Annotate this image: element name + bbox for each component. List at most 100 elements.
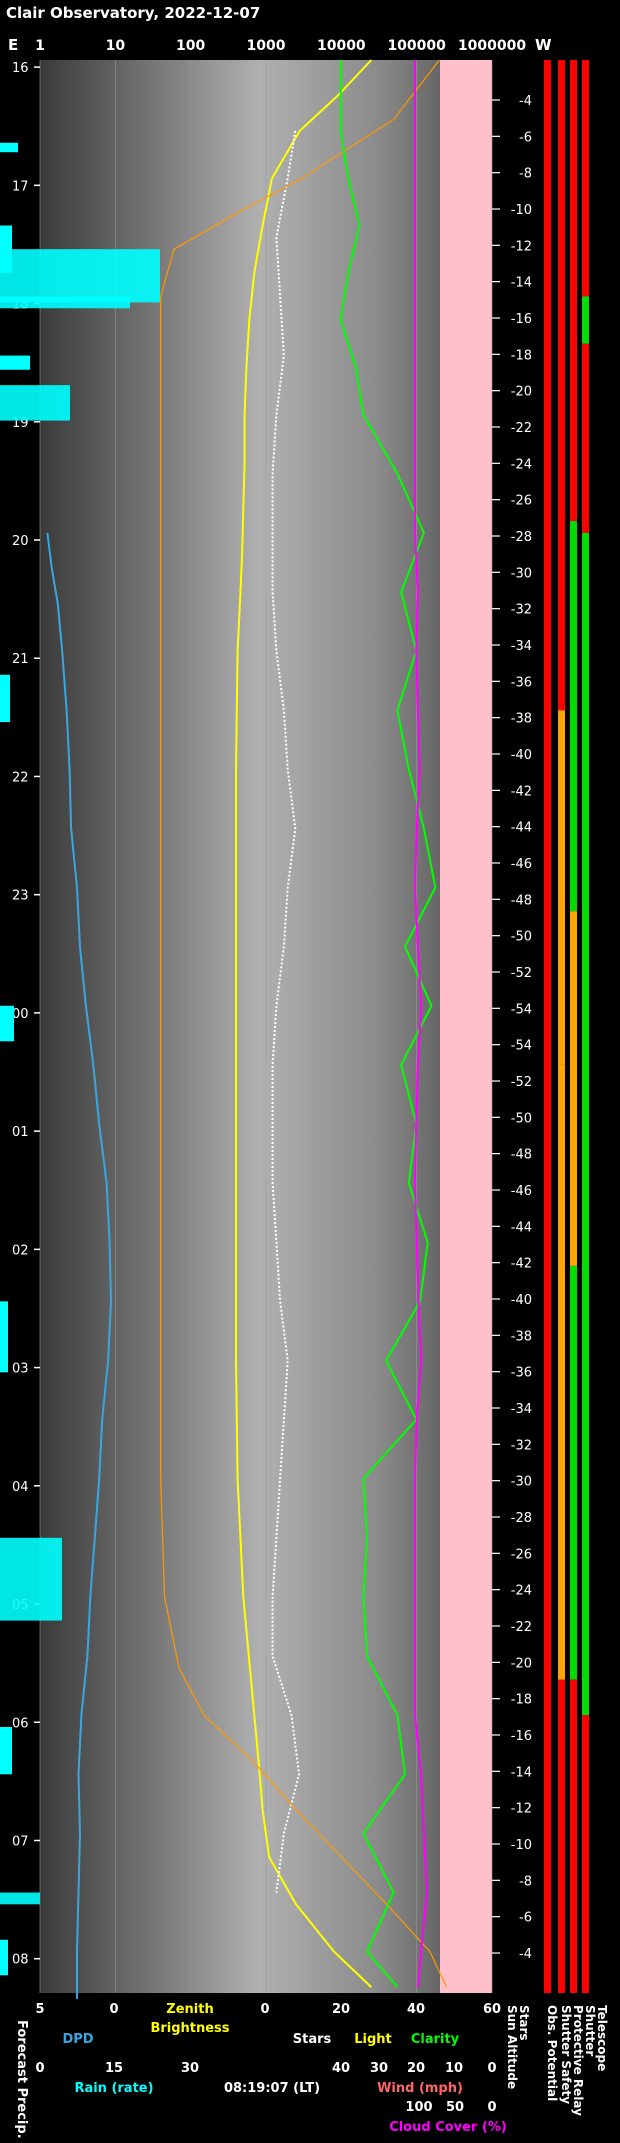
sun-tick-label: -22: [511, 1620, 532, 1635]
sun-tick-label: -18: [511, 1693, 532, 1708]
chart-svg: Clair Observatory, 2022-12-07 E W 1 10 100…: [0, 4, 609, 2139]
sun-tick-label: -40: [511, 1293, 532, 1308]
sun-tick-label: -12: [511, 239, 532, 254]
dpd-label: DPD: [62, 2032, 93, 2047]
hour-label: 08: [12, 1953, 29, 1968]
rain-tick: 15: [105, 2061, 123, 2076]
wind-tick: 30: [370, 2061, 388, 2076]
chart-title: Clair Observatory, 2022-12-07: [6, 4, 260, 22]
precip-bar-wide: [0, 1537, 62, 1621]
precip-bar-wide: [0, 385, 70, 421]
sun-tick-label: -4: [519, 94, 532, 109]
status-segment: [544, 60, 551, 1993]
status-segment: [582, 532, 589, 1716]
precip-bar: [0, 1726, 12, 1775]
hour-label: 03: [12, 1362, 29, 1377]
top-tick-label: 100: [176, 38, 205, 54]
rain-tick: 0: [35, 2061, 44, 2076]
sun-tick-label: -8: [519, 1874, 532, 1889]
sun-tick-label: -34: [511, 1402, 532, 1417]
cloud-tick: 100: [405, 2100, 432, 2115]
sun-tick-label: -36: [511, 1366, 532, 1381]
hour-label: 17: [12, 179, 29, 194]
sun-tick-label: -32: [511, 603, 532, 618]
precip-bar-wide: [0, 296, 130, 309]
sun-tick-label: -6: [519, 130, 532, 145]
timestamp: 08:19:07 (LT): [224, 2081, 320, 2096]
precip-bar: [0, 1939, 8, 1976]
bottom-axes: DPD Zenith Brightness Rain (rate) Stars …: [35, 2002, 506, 2135]
sun-tick-label: -26: [511, 1547, 532, 1562]
sun-tick-label: -30: [511, 1475, 532, 1490]
wind-tick: 40: [332, 2061, 350, 2076]
hour-label: 20: [12, 534, 29, 549]
sun-tick-label: -8: [519, 167, 532, 182]
sun-tick-label: -6: [519, 1911, 532, 1926]
sun-tick-label: -32: [511, 1438, 532, 1453]
dpd-tick: 5: [35, 2002, 44, 2017]
sun-tick-label: -24: [511, 1584, 532, 1599]
sun-tick-label: -18: [511, 348, 532, 363]
cloud-label: Cloud Cover (%): [389, 2120, 507, 2135]
observatory-chart: Clair Observatory, 2022-12-07 E W 1 10 100…: [0, 0, 620, 2139]
sun-tick-label: -4: [519, 1947, 532, 1962]
hour-label: 23: [12, 889, 29, 904]
side-column-label: Telescope: [595, 2005, 609, 2071]
wind-tick: 0: [487, 2061, 496, 2076]
sun-tick-label: -20: [511, 1656, 532, 1671]
upper-tick: 0: [260, 2002, 269, 2017]
light-label: Light: [354, 2032, 392, 2047]
side-column-label: Sun Altitude: [505, 2005, 519, 2089]
side-column-label: Obs. Potential: [545, 2005, 559, 2101]
sun-tick-label: -26: [511, 494, 532, 509]
sun-tick-label: -16: [511, 312, 532, 327]
sun-tick-label: -48: [511, 1148, 532, 1163]
top-tick-label: 1000: [247, 38, 286, 54]
top-tick-label: 1000000: [458, 38, 526, 54]
status-segment: [570, 60, 577, 522]
top-tick-label: 10: [106, 38, 126, 54]
top-tick-label: 10000: [317, 38, 366, 54]
sun-tick-label: -14: [511, 276, 532, 291]
sun-tick-label: -28: [511, 530, 532, 545]
sun-tick-label: -12: [511, 1802, 532, 1817]
cloud-tick: 50: [446, 2100, 464, 2115]
sun-tick-label: -44: [511, 821, 532, 836]
zenith-label-1: Zenith: [166, 2002, 213, 2017]
status-segment: [558, 710, 565, 1065]
sun-tick-label: -22: [511, 421, 532, 436]
sun-tick-label: -34: [511, 639, 532, 654]
hour-label: 06: [12, 1716, 29, 1731]
precip-bar: [0, 142, 18, 153]
precip-bar: [0, 355, 30, 370]
sun-tick-label: -46: [511, 1184, 532, 1199]
sun-tick-label: -52: [511, 966, 532, 981]
sun-tick-label: -48: [511, 893, 532, 908]
status-segment: [582, 296, 589, 344]
status-segment: [570, 1265, 577, 1680]
sun-tick-label: -38: [511, 712, 532, 727]
status-segment: [570, 911, 577, 1266]
rain-label: Rain (rate): [74, 2081, 153, 2096]
corner-left-label: E: [8, 36, 18, 54]
hour-label: 22: [12, 770, 29, 785]
corner-right-label: W: [535, 36, 552, 54]
hour-label: 01: [12, 1125, 29, 1140]
cloud-fill: [440, 60, 492, 1993]
status-segment: [570, 521, 577, 912]
forecast-precip-label: Forecast Precip.: [14, 2020, 29, 2139]
top-tick-label: 1: [35, 38, 45, 54]
sun-tick-label: -38: [511, 1329, 532, 1344]
wind-tick: 20: [407, 2061, 425, 2076]
sun-tick-label: -20: [511, 385, 532, 400]
precip-bar: [0, 674, 10, 723]
sun-tick-label: -50: [511, 1111, 532, 1126]
rain-tick: 30: [181, 2061, 199, 2076]
top-tick-label: 100000: [387, 38, 446, 54]
side-column-label: Protective Relay: [571, 2005, 585, 2116]
hour-label: 00: [12, 1007, 29, 1022]
sun-tick-label: -54: [511, 1039, 532, 1054]
wind-label: Wind (mph): [377, 2081, 463, 2096]
stars-label: Stars: [293, 2032, 332, 2047]
precip-bar-wide: [0, 249, 160, 303]
